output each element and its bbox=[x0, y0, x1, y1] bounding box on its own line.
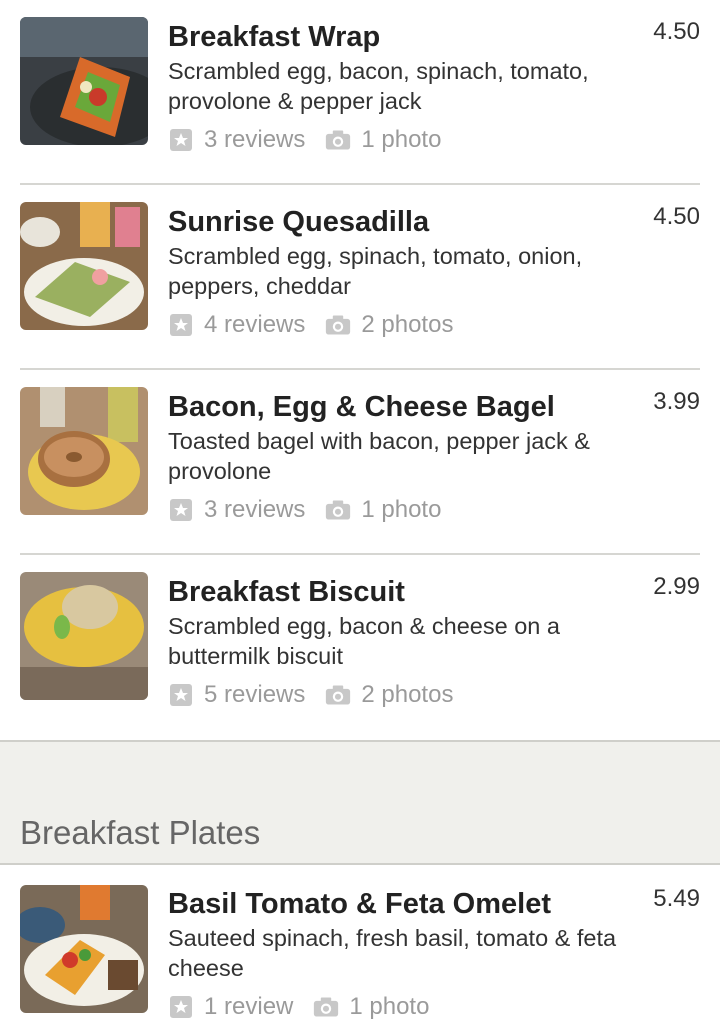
camera-icon[interactable] bbox=[325, 127, 351, 153]
reviews-count[interactable]: 3 reviews bbox=[204, 496, 305, 524]
star-square-icon[interactable] bbox=[168, 127, 194, 153]
reviews-count[interactable]: 3 reviews bbox=[204, 126, 305, 154]
item-info: Basil Tomato & Feta Omelet Sauteed spina… bbox=[168, 885, 620, 1024]
camera-icon[interactable] bbox=[325, 497, 351, 523]
star-square-icon[interactable] bbox=[168, 682, 194, 708]
menu-item[interactable]: Sunrise Quesadilla Scrambled egg, spinac… bbox=[20, 185, 700, 370]
reviews-count[interactable]: 4 reviews bbox=[204, 311, 305, 339]
camera-icon[interactable] bbox=[325, 312, 351, 338]
food-photo-thumbnail[interactable] bbox=[20, 885, 148, 1013]
star-square-icon[interactable] bbox=[168, 994, 194, 1020]
item-description: Sauteed spinach, fresh basil, tomato & f… bbox=[168, 925, 617, 981]
star-square-icon[interactable] bbox=[168, 312, 194, 338]
photos-count[interactable]: 2 photos bbox=[361, 681, 453, 709]
photos-count[interactable]: 2 photos bbox=[361, 311, 453, 339]
photos-count[interactable]: 1 photo bbox=[361, 496, 441, 524]
item-title[interactable]: Breakfast Biscuit bbox=[168, 573, 620, 611]
camera-icon[interactable] bbox=[313, 994, 339, 1020]
item-title[interactable]: Basil Tomato & Feta Omelet bbox=[168, 885, 620, 923]
camera-icon[interactable] bbox=[325, 682, 351, 708]
star-square-icon[interactable] bbox=[168, 497, 194, 523]
item-meta: 5 reviews 2 photos bbox=[168, 678, 620, 712]
food-photo-thumbnail[interactable] bbox=[20, 17, 148, 145]
item-info: Breakfast Wrap Scrambled egg, bacon, spi… bbox=[168, 18, 620, 157]
menu-item[interactable]: Basil Tomato & Feta Omelet Sauteed spina… bbox=[0, 865, 720, 1035]
item-meta: 3 reviews 1 photo bbox=[168, 123, 620, 157]
food-photo-thumbnail[interactable] bbox=[20, 202, 148, 330]
section-title: Breakfast Plates bbox=[20, 814, 261, 851]
item-title[interactable]: Sunrise Quesadilla bbox=[168, 203, 620, 241]
menu-item[interactable]: Breakfast Wrap Scrambled egg, bacon, spi… bbox=[20, 0, 700, 185]
photos-count[interactable]: 1 photo bbox=[361, 126, 441, 154]
item-info: Breakfast Biscuit Scrambled egg, bacon &… bbox=[168, 573, 620, 712]
item-price: 4.50 bbox=[653, 18, 700, 45]
reviews-count[interactable]: 1 review bbox=[204, 993, 293, 1021]
item-info: Bacon, Egg & Cheese Bagel Toasted bagel … bbox=[168, 388, 620, 527]
item-price: 5.49 bbox=[653, 885, 700, 912]
item-description: Scrambled egg, bacon, spinach, tomato, p… bbox=[168, 58, 589, 114]
reviews-count[interactable]: 5 reviews bbox=[204, 681, 305, 709]
item-meta: 4 reviews 2 photos bbox=[168, 308, 620, 342]
food-photo-thumbnail[interactable] bbox=[20, 387, 148, 515]
item-title[interactable]: Breakfast Wrap bbox=[168, 18, 620, 56]
menu-item[interactable]: Breakfast Biscuit Scrambled egg, bacon &… bbox=[0, 555, 720, 740]
item-price: 3.99 bbox=[653, 388, 700, 415]
item-info: Sunrise Quesadilla Scrambled egg, spinac… bbox=[168, 203, 620, 342]
item-description: Scrambled egg, spinach, tomato, onion, p… bbox=[168, 243, 583, 299]
food-photo-thumbnail[interactable] bbox=[20, 572, 148, 700]
photos-count[interactable]: 1 photo bbox=[349, 993, 429, 1021]
item-meta: 3 reviews 1 photo bbox=[168, 493, 620, 527]
item-description: Toasted bagel with bacon, pepper jack & … bbox=[168, 428, 590, 484]
item-price: 4.50 bbox=[653, 203, 700, 230]
item-description: Scrambled egg, bacon & cheese on a butte… bbox=[168, 613, 560, 669]
item-title[interactable]: Bacon, Egg & Cheese Bagel bbox=[168, 388, 620, 426]
menu-list: Breakfast Wrap Scrambled egg, bacon, spi… bbox=[0, 0, 720, 1035]
item-price: 2.99 bbox=[653, 573, 700, 600]
item-meta: 1 review 1 photo bbox=[168, 990, 620, 1024]
section-header: Breakfast Plates bbox=[0, 740, 720, 865]
menu-item[interactable]: Bacon, Egg & Cheese Bagel Toasted bagel … bbox=[20, 370, 700, 555]
